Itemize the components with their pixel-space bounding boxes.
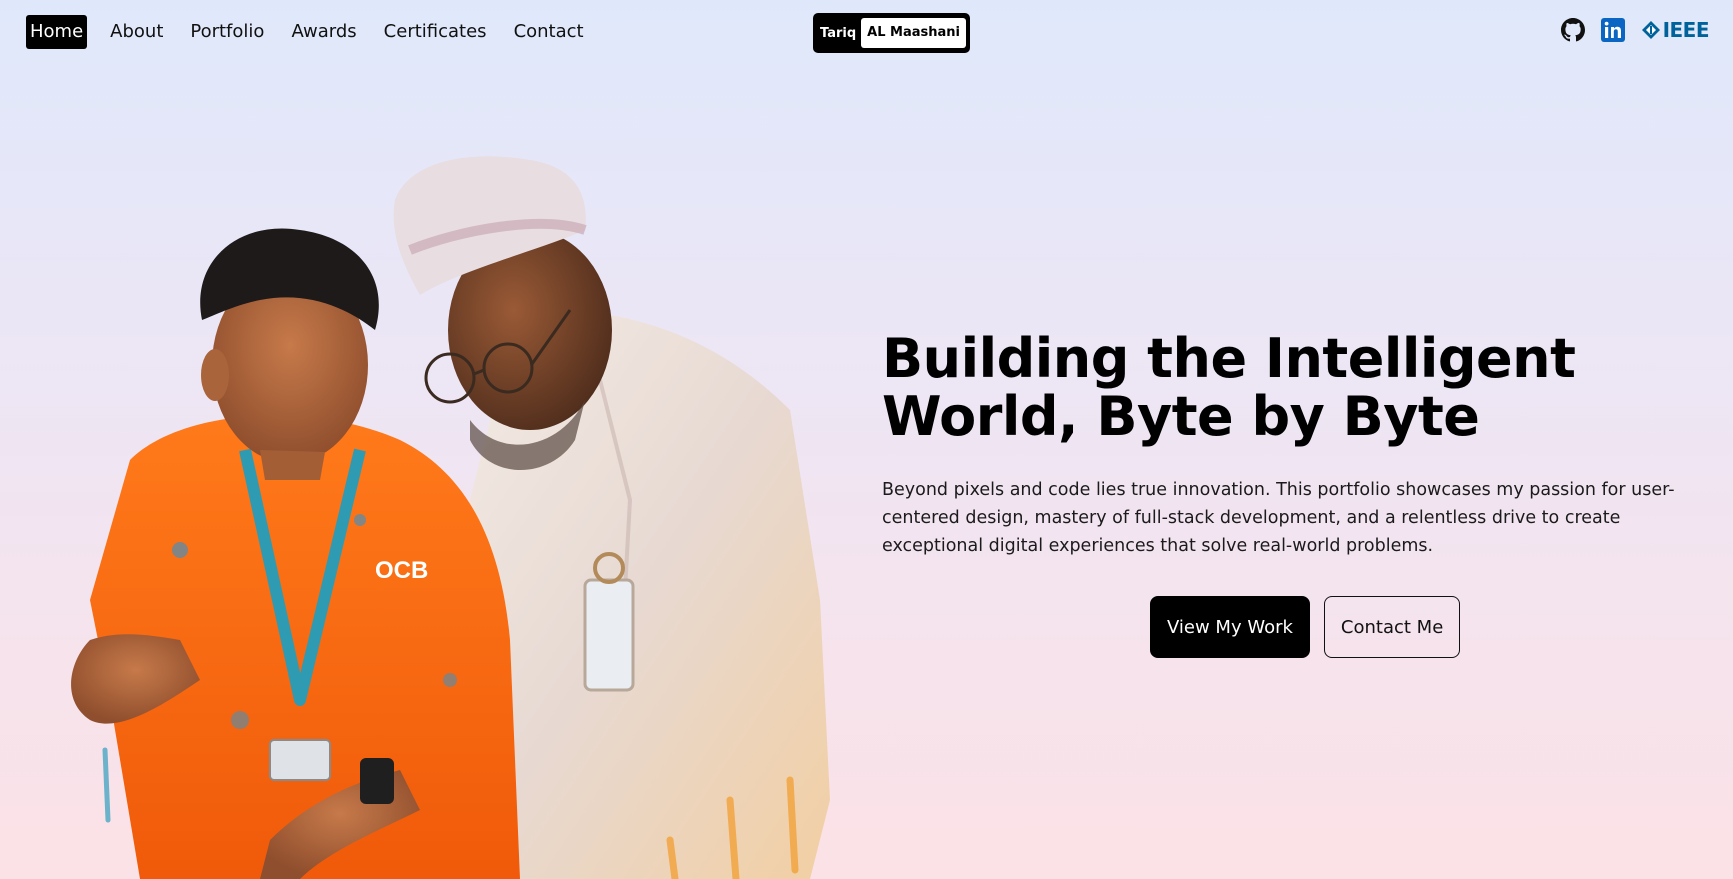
nav-item-home[interactable]: Home: [26, 15, 88, 49]
nav-item-portfolio[interactable]: Portfolio: [186, 15, 268, 49]
social-links: IEEE: [1545, 18, 1710, 42]
ieee-logo[interactable]: IEEE: [1641, 18, 1710, 42]
hero-cta-row: View My Work Contact Me: [1150, 596, 1461, 658]
nav-item-about[interactable]: About: [106, 15, 167, 49]
older-man-id-badge: [583, 578, 635, 692]
hero-illustration: OCB: [71, 156, 830, 879]
github-icon[interactable]: [1560, 18, 1585, 42]
logo-first-name: Tariq: [820, 25, 857, 41]
ieee-label: IEEE: [1662, 18, 1710, 42]
logo-last-name: AL Maashani: [861, 18, 966, 48]
ieee-diamond-icon: [1641, 21, 1660, 39]
top-navbar: Home About Portfolio Awards Certificates…: [0, 0, 1733, 66]
ocb-shirt-logo: OCB: [375, 557, 428, 584]
headline-line-1: Building the Intelligent: [882, 327, 1576, 390]
hero-headline: Building the Intelligent World, Byte by …: [882, 330, 1702, 446]
contact-me-button[interactable]: Contact Me: [1323, 596, 1461, 658]
wristwatch: [360, 758, 394, 804]
site-logo[interactable]: Tariq AL Maashani: [813, 13, 970, 53]
nav-item-awards[interactable]: Awards: [287, 15, 360, 49]
nav-item-certificates[interactable]: Certificates: [380, 15, 491, 49]
hero-section: Building the Intelligent World, Byte by …: [882, 330, 1702, 560]
linkedin-icon[interactable]: [1600, 18, 1625, 42]
hero-subtext: Beyond pixels and code lies true innovat…: [882, 480, 1675, 556]
nav-links: Home About Portfolio Awards Certificates…: [26, 15, 607, 49]
nav-item-contact[interactable]: Contact: [510, 15, 588, 49]
headline-line-2: World, Byte by Byte: [882, 385, 1480, 448]
view-my-work-button[interactable]: View My Work: [1150, 596, 1310, 658]
